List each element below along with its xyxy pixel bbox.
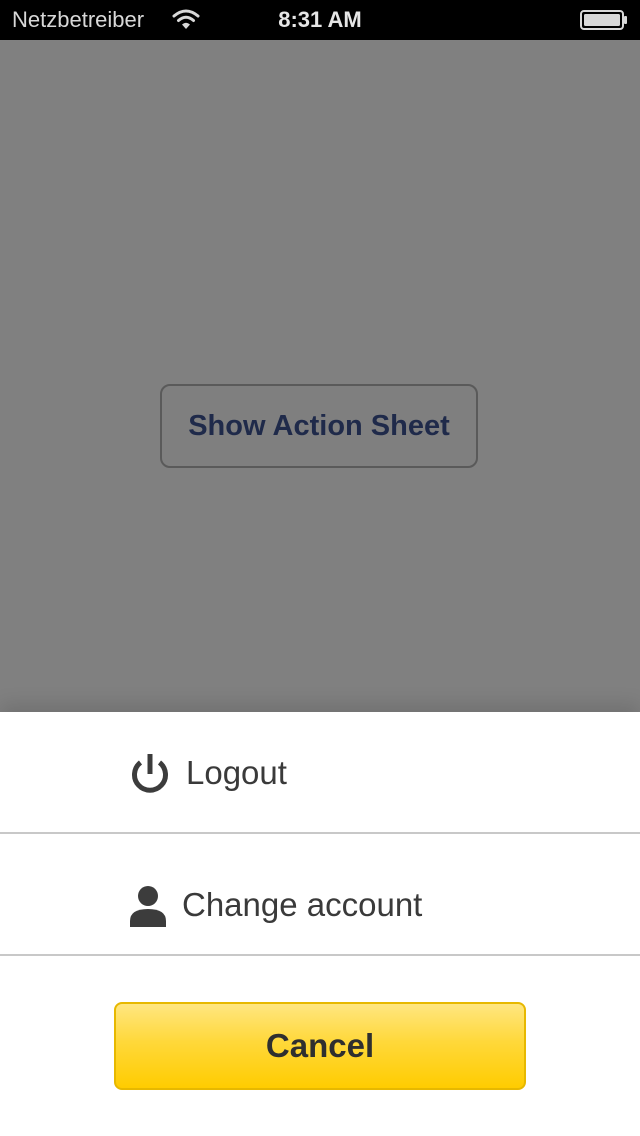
battery-icon: [580, 10, 627, 30]
logout-item[interactable]: Logout: [0, 712, 640, 834]
show-action-sheet-button[interactable]: Show Action Sheet: [160, 384, 478, 468]
action-sheet: Logout Change account Cancel: [0, 712, 640, 1136]
screen: Netzbetreiber 8:31 AM Show Action Sheet …: [0, 0, 640, 1136]
status-time: 8:31 AM: [278, 7, 362, 32]
change-account-label: Change account: [182, 886, 423, 923]
change-account-item[interactable]: Change account: [0, 834, 640, 956]
user-icon: [130, 886, 166, 927]
power-icon: [132, 754, 168, 793]
cancel-button[interactable]: Cancel: [114, 1002, 526, 1090]
logout-label: Logout: [186, 754, 287, 791]
status-bar: Netzbetreiber 8:31 AM: [0, 0, 640, 40]
